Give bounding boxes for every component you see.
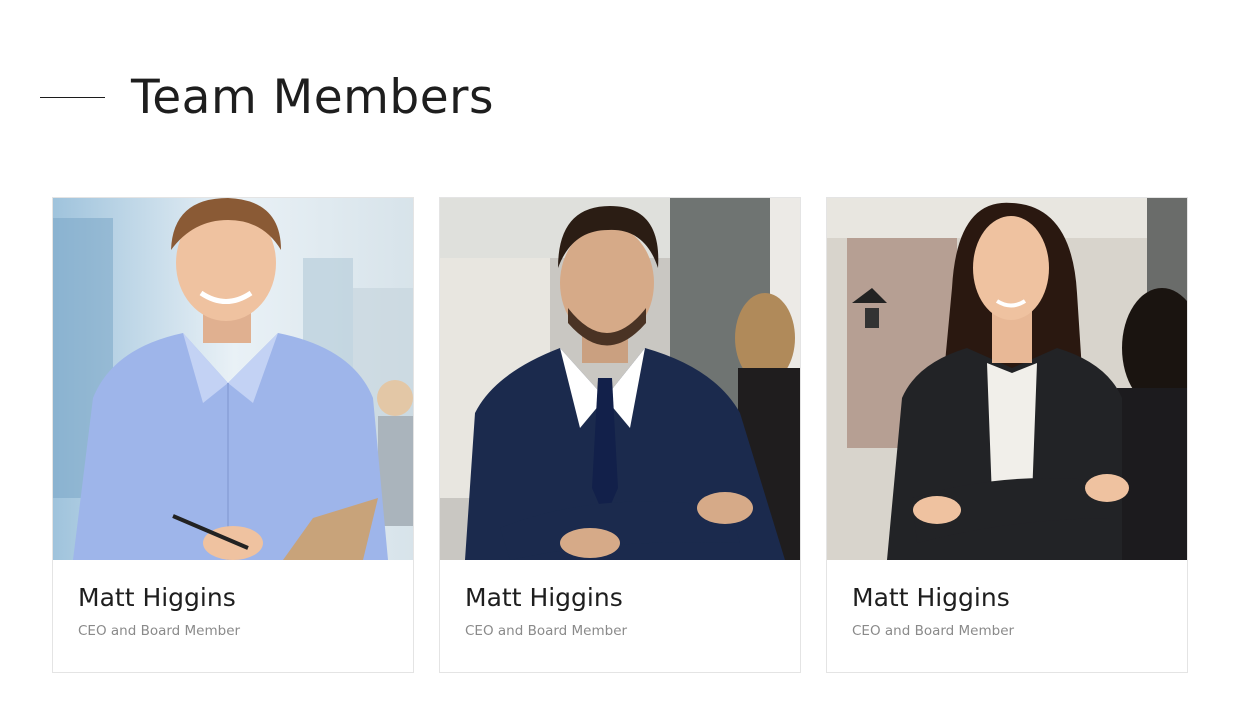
member-photo [440,198,800,560]
team-grid: Matt Higgins CEO and Board Member Matt H… [52,197,1188,673]
team-member-card[interactable]: Matt Higgins CEO and Board Member [52,197,414,673]
member-info: Matt Higgins CEO and Board Member [440,560,800,639]
member-info: Matt Higgins CEO and Board Member [53,560,413,639]
member-photo [53,198,413,560]
page-title: Team Members [131,69,494,125]
member-role: CEO and Board Member [78,622,241,639]
member-role: CEO and Board Member [852,622,1015,639]
header-divider [40,96,105,98]
team-member-card[interactable]: Matt Higgins CEO and Board Member [439,197,801,673]
member-photo [827,198,1187,560]
member-info: Matt Higgins CEO and Board Member [827,560,1187,639]
section-header: Team Members [40,62,494,132]
team-member-card[interactable]: Matt Higgins CEO and Board Member [826,197,1188,673]
member-name[interactable]: Matt Higgins [78,584,388,612]
member-name[interactable]: Matt Higgins [852,584,1162,612]
member-role: CEO and Board Member [465,622,628,639]
member-name[interactable]: Matt Higgins [465,584,775,612]
